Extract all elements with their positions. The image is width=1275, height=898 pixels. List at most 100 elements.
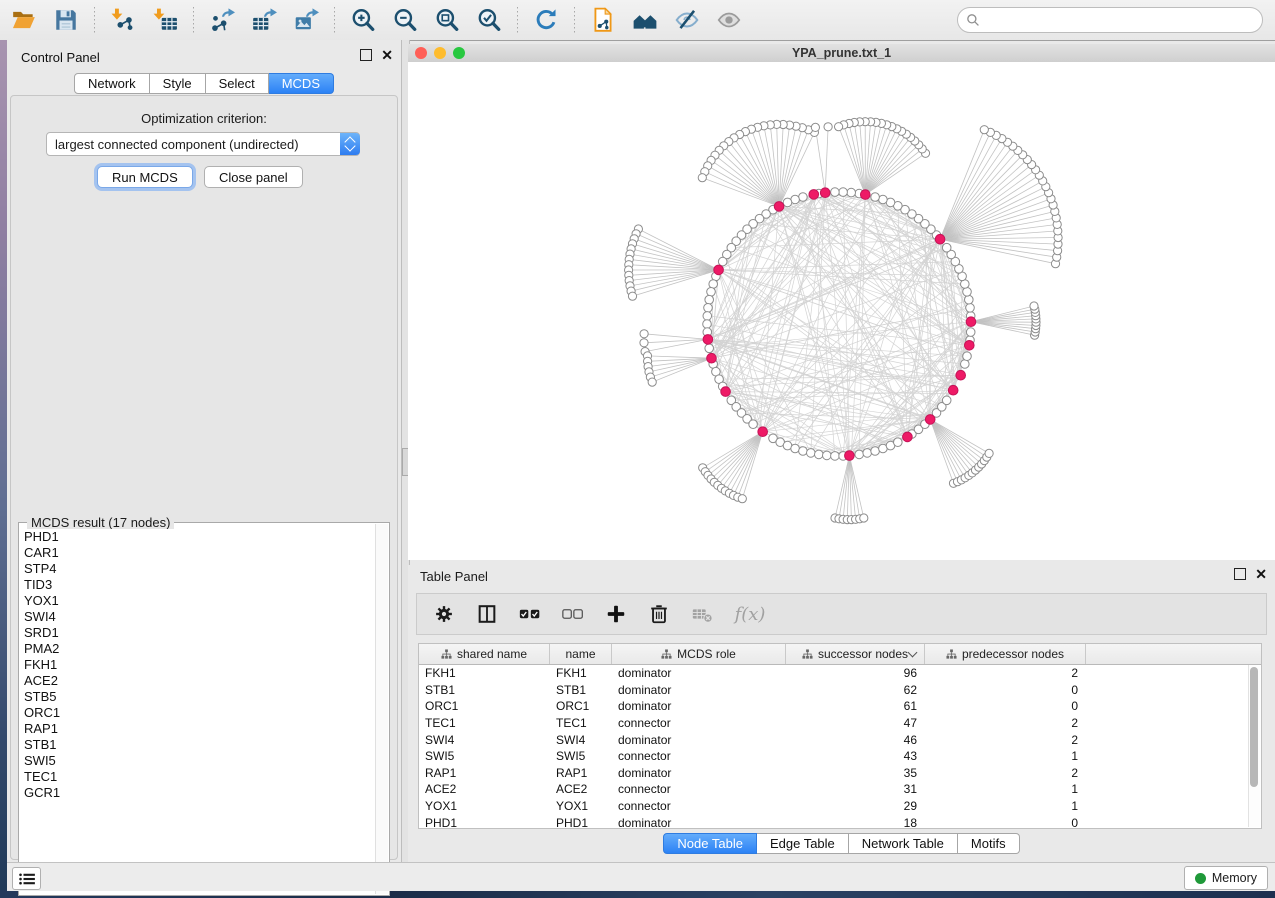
close-panel-icon[interactable]: ✕ xyxy=(381,50,393,60)
table-cell: 1 xyxy=(925,749,1086,763)
mcds-result-item[interactable]: RAP1 xyxy=(20,721,376,737)
mcds-result-item[interactable]: STB1 xyxy=(20,737,376,753)
run-mcds-button[interactable]: Run MCDS xyxy=(97,166,193,188)
export-image-button[interactable] xyxy=(288,3,324,37)
node-table: shared namename MCDS role successor nodesp… xyxy=(418,643,1262,829)
first-neighbors-button[interactable] xyxy=(627,3,663,37)
import-network-button[interactable] xyxy=(105,3,141,37)
show-all-button[interactable] xyxy=(711,3,747,37)
table-row[interactable]: ACE2ACE2connector311 xyxy=(419,781,1261,798)
table-cell: 46 xyxy=(786,733,925,747)
zoom-fit-icon xyxy=(432,7,462,33)
zoom-out-button[interactable] xyxy=(387,3,423,37)
network-file-button[interactable] xyxy=(585,3,621,37)
mcds-result-item[interactable]: SRD1 xyxy=(20,625,376,641)
column-header-name[interactable]: name xyxy=(550,644,612,664)
table-row[interactable]: TEC1TEC1connector472 xyxy=(419,715,1261,732)
tab-mcds[interactable]: MCDS xyxy=(269,73,334,94)
column-header-shared-name[interactable]: shared name xyxy=(419,644,550,664)
table-row[interactable]: SWI5SWI5connector431 xyxy=(419,748,1261,765)
close-table-panel-icon[interactable]: ✕ xyxy=(1255,569,1267,579)
search-input[interactable] xyxy=(985,12,1254,29)
network-canvas[interactable] xyxy=(408,62,1275,560)
delete-table-icon xyxy=(687,603,717,625)
search-box[interactable] xyxy=(957,7,1263,33)
tab-edge-table[interactable]: Edge Table xyxy=(757,833,849,854)
mcds-result-item[interactable]: STB5 xyxy=(20,689,376,705)
import-table-button[interactable] xyxy=(147,3,183,37)
tab-node-table[interactable]: Node Table xyxy=(663,833,757,854)
table-scrollbar-thumb[interactable] xyxy=(1250,667,1258,787)
mcds-result-item[interactable]: SWI5 xyxy=(20,753,376,769)
table-row[interactable]: SWI4SWI4dominator462 xyxy=(419,731,1261,748)
mcds-result-item[interactable]: YOX1 xyxy=(20,593,376,609)
criterion-dropdown[interactable]: largest connected component (undirected) xyxy=(46,132,360,156)
float-table-panel-icon[interactable] xyxy=(1234,568,1246,580)
toolbar-separator xyxy=(193,7,194,33)
tab-network-table[interactable]: Network Table xyxy=(849,833,958,854)
table-cell: ORC1 xyxy=(550,699,612,713)
add-column-button[interactable] xyxy=(599,598,633,630)
open-session-icon xyxy=(9,7,39,33)
delete-column-icon xyxy=(644,603,674,625)
table-row[interactable]: YOX1YOX1connector291 xyxy=(419,798,1261,815)
tab-motifs[interactable]: Motifs xyxy=(958,833,1020,854)
table-cell: 61 xyxy=(786,699,925,713)
column-header-MCDS-role[interactable]: MCDS role xyxy=(612,644,786,664)
table-cell: 18 xyxy=(786,816,925,830)
open-session-button[interactable] xyxy=(6,3,42,37)
zoom-fit-button[interactable] xyxy=(429,3,465,37)
table-row[interactable]: RAP1RAP1dominator352 xyxy=(419,765,1261,782)
mcds-result-item[interactable]: ACE2 xyxy=(20,673,376,689)
mcds-result-list[interactable]: PHD1CAR1STP4TID3YOX1SWI4SRD1PMA2FKH1ACE2… xyxy=(20,529,376,894)
task-history-button[interactable] xyxy=(12,867,41,890)
column-header-successor-nodes[interactable]: successor nodes xyxy=(786,644,925,664)
zoom-in-button[interactable] xyxy=(345,3,381,37)
mcds-result-item[interactable]: STP4 xyxy=(20,561,376,577)
table-row[interactable]: STB1STB1dominator620 xyxy=(419,682,1261,699)
column-visibility-button[interactable] xyxy=(470,598,504,630)
table-cell: 2 xyxy=(925,716,1086,730)
memory-button[interactable]: Memory xyxy=(1184,866,1268,890)
zoom-selected-button[interactable] xyxy=(471,3,507,37)
mcds-result-item[interactable]: GCR1 xyxy=(20,785,376,801)
table-cell: 1 xyxy=(925,799,1086,813)
table-cell: RAP1 xyxy=(419,766,550,780)
table-cell: RAP1 xyxy=(550,766,612,780)
mcds-result-item[interactable]: TEC1 xyxy=(20,769,376,785)
table-row[interactable]: PHD1PHD1dominator180 xyxy=(419,814,1261,831)
export-table-button[interactable] xyxy=(246,3,282,37)
control-panel: Control Panel ✕ NetworkStyleSelectMCDS O… xyxy=(7,40,401,862)
table-row[interactable]: FKH1FKH1dominator962 xyxy=(419,665,1261,682)
mcds-result-item[interactable]: TID3 xyxy=(20,577,376,593)
table-cell: dominator xyxy=(612,699,786,713)
table-settings-gear-button[interactable] xyxy=(427,598,461,630)
table-scrollbar[interactable] xyxy=(1248,665,1260,827)
sort-descending-icon xyxy=(908,648,918,658)
column-header-predecessor-nodes[interactable]: predecessor nodes xyxy=(925,644,1086,664)
close-panel-button[interactable]: Close panel xyxy=(204,166,303,188)
export-network-button[interactable] xyxy=(204,3,240,37)
save-session-button[interactable] xyxy=(48,3,84,37)
select-all-checks-button[interactable] xyxy=(513,598,547,630)
delete-column-button[interactable] xyxy=(642,598,676,630)
tab-network[interactable]: Network xyxy=(74,73,150,94)
mcds-result-item[interactable]: PHD1 xyxy=(20,529,376,545)
deselect-all-checks-button[interactable] xyxy=(556,598,590,630)
mcds-result-item[interactable]: ORC1 xyxy=(20,705,376,721)
mcds-result-item[interactable]: FKH1 xyxy=(20,657,376,673)
refresh-layout-button[interactable] xyxy=(528,3,564,37)
mcds-result-item[interactable]: CAR1 xyxy=(20,545,376,561)
mcds-result-item[interactable]: PMA2 xyxy=(20,641,376,657)
first-neighbors-icon xyxy=(630,7,660,33)
column-header-label: MCDS role xyxy=(677,647,736,661)
mcds-result-item[interactable]: SWI4 xyxy=(20,609,376,625)
tab-style[interactable]: Style xyxy=(150,73,206,94)
mcds-list-scrollbar[interactable] xyxy=(375,524,388,894)
tab-select[interactable]: Select xyxy=(206,73,269,94)
network-graph[interactable] xyxy=(408,62,1275,560)
table-row[interactable]: ORC1ORC1dominator610 xyxy=(419,698,1261,715)
hide-selected-button[interactable] xyxy=(669,3,705,37)
float-window-icon[interactable] xyxy=(360,49,372,61)
network-window-titlebar[interactable]: YPA_prune.txt_1 xyxy=(408,44,1275,63)
